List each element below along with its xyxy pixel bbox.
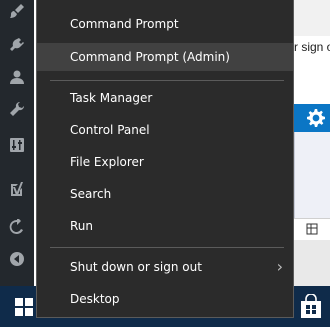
menu-item-shut-down[interactable]: Shut down or sign out › <box>37 253 293 281</box>
menu-item-desktop[interactable]: Desktop <box>37 285 293 313</box>
menu-divider <box>50 80 284 81</box>
paintbrush-icon[interactable] <box>8 2 26 20</box>
background-panel <box>294 132 330 218</box>
background-text: r sign o <box>294 38 330 56</box>
background-header <box>294 0 330 36</box>
background-panel-lower <box>294 218 330 241</box>
chevron-right-icon: › <box>276 257 283 276</box>
loop-icon[interactable] <box>8 218 26 236</box>
menu-item-label: Shut down or sign out <box>70 260 202 274</box>
menu-item-command-prompt[interactable]: Command Prompt <box>37 10 293 38</box>
users-icon[interactable] <box>8 68 26 86</box>
menu-item-run[interactable]: Run <box>37 212 293 240</box>
windows-icon <box>15 297 33 316</box>
store-icon[interactable] <box>298 294 324 320</box>
wrench-icon[interactable] <box>8 100 26 118</box>
background-area <box>294 240 330 286</box>
menu-divider <box>50 247 284 248</box>
table-icon <box>306 223 318 235</box>
admin-sidebar <box>0 0 34 286</box>
menu-item-task-manager[interactable]: Task Manager <box>37 84 293 112</box>
menu-item-command-prompt-admin[interactable]: Command Prompt (Admin) <box>37 43 293 71</box>
gear-icon <box>307 109 325 127</box>
menu-item-search[interactable]: Search <box>37 180 293 208</box>
winx-context-menu: Command Prompt Command Prompt (Admin) Ta… <box>36 0 294 318</box>
settings-sliders-icon[interactable] <box>8 136 26 154</box>
yoast-icon[interactable] <box>8 180 26 198</box>
menu-item-file-explorer[interactable]: File Explorer <box>37 148 293 176</box>
collapse-icon[interactable] <box>8 250 26 268</box>
background-toolbar <box>294 104 330 132</box>
plugin-icon[interactable] <box>8 36 26 54</box>
menu-item-control-panel[interactable]: Control Panel <box>37 116 293 144</box>
